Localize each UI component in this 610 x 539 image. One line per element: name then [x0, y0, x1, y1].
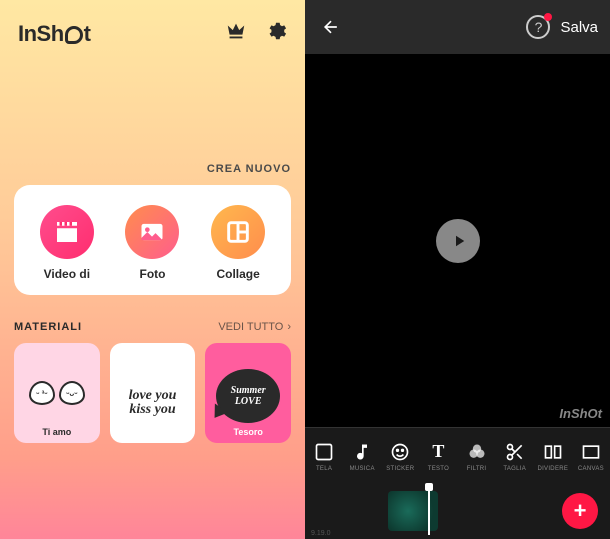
- tool-tela[interactable]: TELA: [307, 440, 341, 472]
- collage-icon: [211, 205, 265, 259]
- editor-toolbar: TELA MUSICA STICKER T TESTO FILTRI TAGLI…: [305, 427, 610, 483]
- tool-label: STICKER: [386, 466, 414, 472]
- create-collage-button[interactable]: Collage: [211, 205, 265, 281]
- filter-icon: [465, 440, 489, 464]
- text-icon: T: [426, 440, 450, 464]
- tool-label: FILTRI: [467, 466, 487, 472]
- create-foto-button[interactable]: Foto: [125, 205, 179, 281]
- see-all-label: VEDI TUTTO: [218, 321, 283, 333]
- create-card: Video di Foto Collage: [14, 185, 291, 295]
- home-screen: InSht CREA NUOVO Video di Foto Collage M…: [0, 0, 305, 539]
- tool-label: TELA: [316, 466, 332, 472]
- script-art: love you kiss you: [118, 373, 188, 433]
- materials-header: MATERIALI VEDI TUTTO ›: [14, 321, 291, 333]
- tool-label: TAGLIA: [503, 466, 526, 472]
- watermark[interactable]: InShOt: [559, 406, 602, 421]
- cut-icon: [503, 440, 527, 464]
- material-label: Ti amo: [42, 427, 71, 437]
- canvas-icon: [312, 440, 336, 464]
- tool-label: DIVIDERE: [537, 466, 568, 472]
- hearts-art: ᵕ ³ᵕ ᵕᴗᵕ: [22, 363, 92, 423]
- home-header: InSht: [14, 14, 291, 53]
- materials-title: MATERIALI: [14, 321, 82, 333]
- tool-label: CANVAS: [578, 466, 604, 472]
- back-button[interactable]: [317, 13, 345, 41]
- tool-dividere[interactable]: DIVIDERE: [536, 440, 570, 472]
- create-label: Collage: [216, 267, 259, 281]
- split-icon: [541, 440, 565, 464]
- app-logo: InSht: [18, 21, 91, 47]
- sticker-icon: [388, 440, 412, 464]
- timeline-track[interactable]: [317, 491, 554, 531]
- see-all-button[interactable]: VEDI TUTTO ›: [218, 321, 291, 333]
- canvas2-icon: [579, 440, 603, 464]
- material-card-tesoro[interactable]: Summer LOVE Tesoro: [205, 343, 291, 443]
- create-label: Video di: [44, 267, 90, 281]
- timeline[interactable]: + 9.19.0: [305, 483, 610, 539]
- version-label: 9.19.0: [311, 530, 330, 537]
- create-video-button[interactable]: Video di: [40, 205, 94, 281]
- material-label: Tesoro: [234, 427, 263, 437]
- save-wrap: ? Salva: [526, 15, 598, 39]
- header-icons: [225, 20, 287, 47]
- create-label: Foto: [139, 267, 165, 281]
- video-icon: [40, 205, 94, 259]
- tool-taglia[interactable]: TAGLIA: [498, 440, 532, 472]
- video-preview[interactable]: InShOt: [305, 54, 610, 427]
- material-card-loveyou[interactable]: love you kiss you: [110, 343, 196, 443]
- settings-gear-icon[interactable]: [265, 20, 287, 47]
- create-section-label: CREA NUOVO: [14, 163, 291, 175]
- tool-canvas[interactable]: CANVAS: [574, 440, 608, 472]
- video-clip[interactable]: [388, 491, 438, 531]
- tool-sticker[interactable]: STICKER: [383, 440, 417, 472]
- chevron-right-icon: ›: [287, 321, 291, 333]
- pro-crown-icon[interactable]: [225, 20, 247, 47]
- add-clip-button[interactable]: +: [562, 493, 598, 529]
- material-card-tiamo[interactable]: ᵕ ³ᵕ ᵕᴗᵕ Ti amo: [14, 343, 100, 443]
- bubble-art: Summer LOVE: [216, 369, 280, 423]
- photo-icon: [125, 205, 179, 259]
- tool-testo[interactable]: T TESTO: [421, 440, 455, 472]
- tool-musica[interactable]: MUSICA: [345, 440, 379, 472]
- playhead[interactable]: [428, 487, 430, 535]
- logo-o-icon: [65, 26, 83, 44]
- materials-row: ᵕ ³ᵕ ᵕᴗᵕ Ti amo love you kiss you Summer…: [14, 343, 291, 443]
- help-icon[interactable]: ?: [526, 15, 550, 39]
- play-button[interactable]: [436, 219, 480, 263]
- music-icon: [350, 440, 374, 464]
- tool-label: TESTO: [428, 466, 449, 472]
- tool-label: MUSICA: [350, 466, 375, 472]
- editor-topbar: ? Salva: [305, 0, 610, 54]
- save-button[interactable]: Salva: [560, 19, 598, 36]
- tool-filtri[interactable]: FILTRI: [460, 440, 494, 472]
- editor-screen: ? Salva InShOt TELA MUSICA STICKER T TES…: [305, 0, 610, 539]
